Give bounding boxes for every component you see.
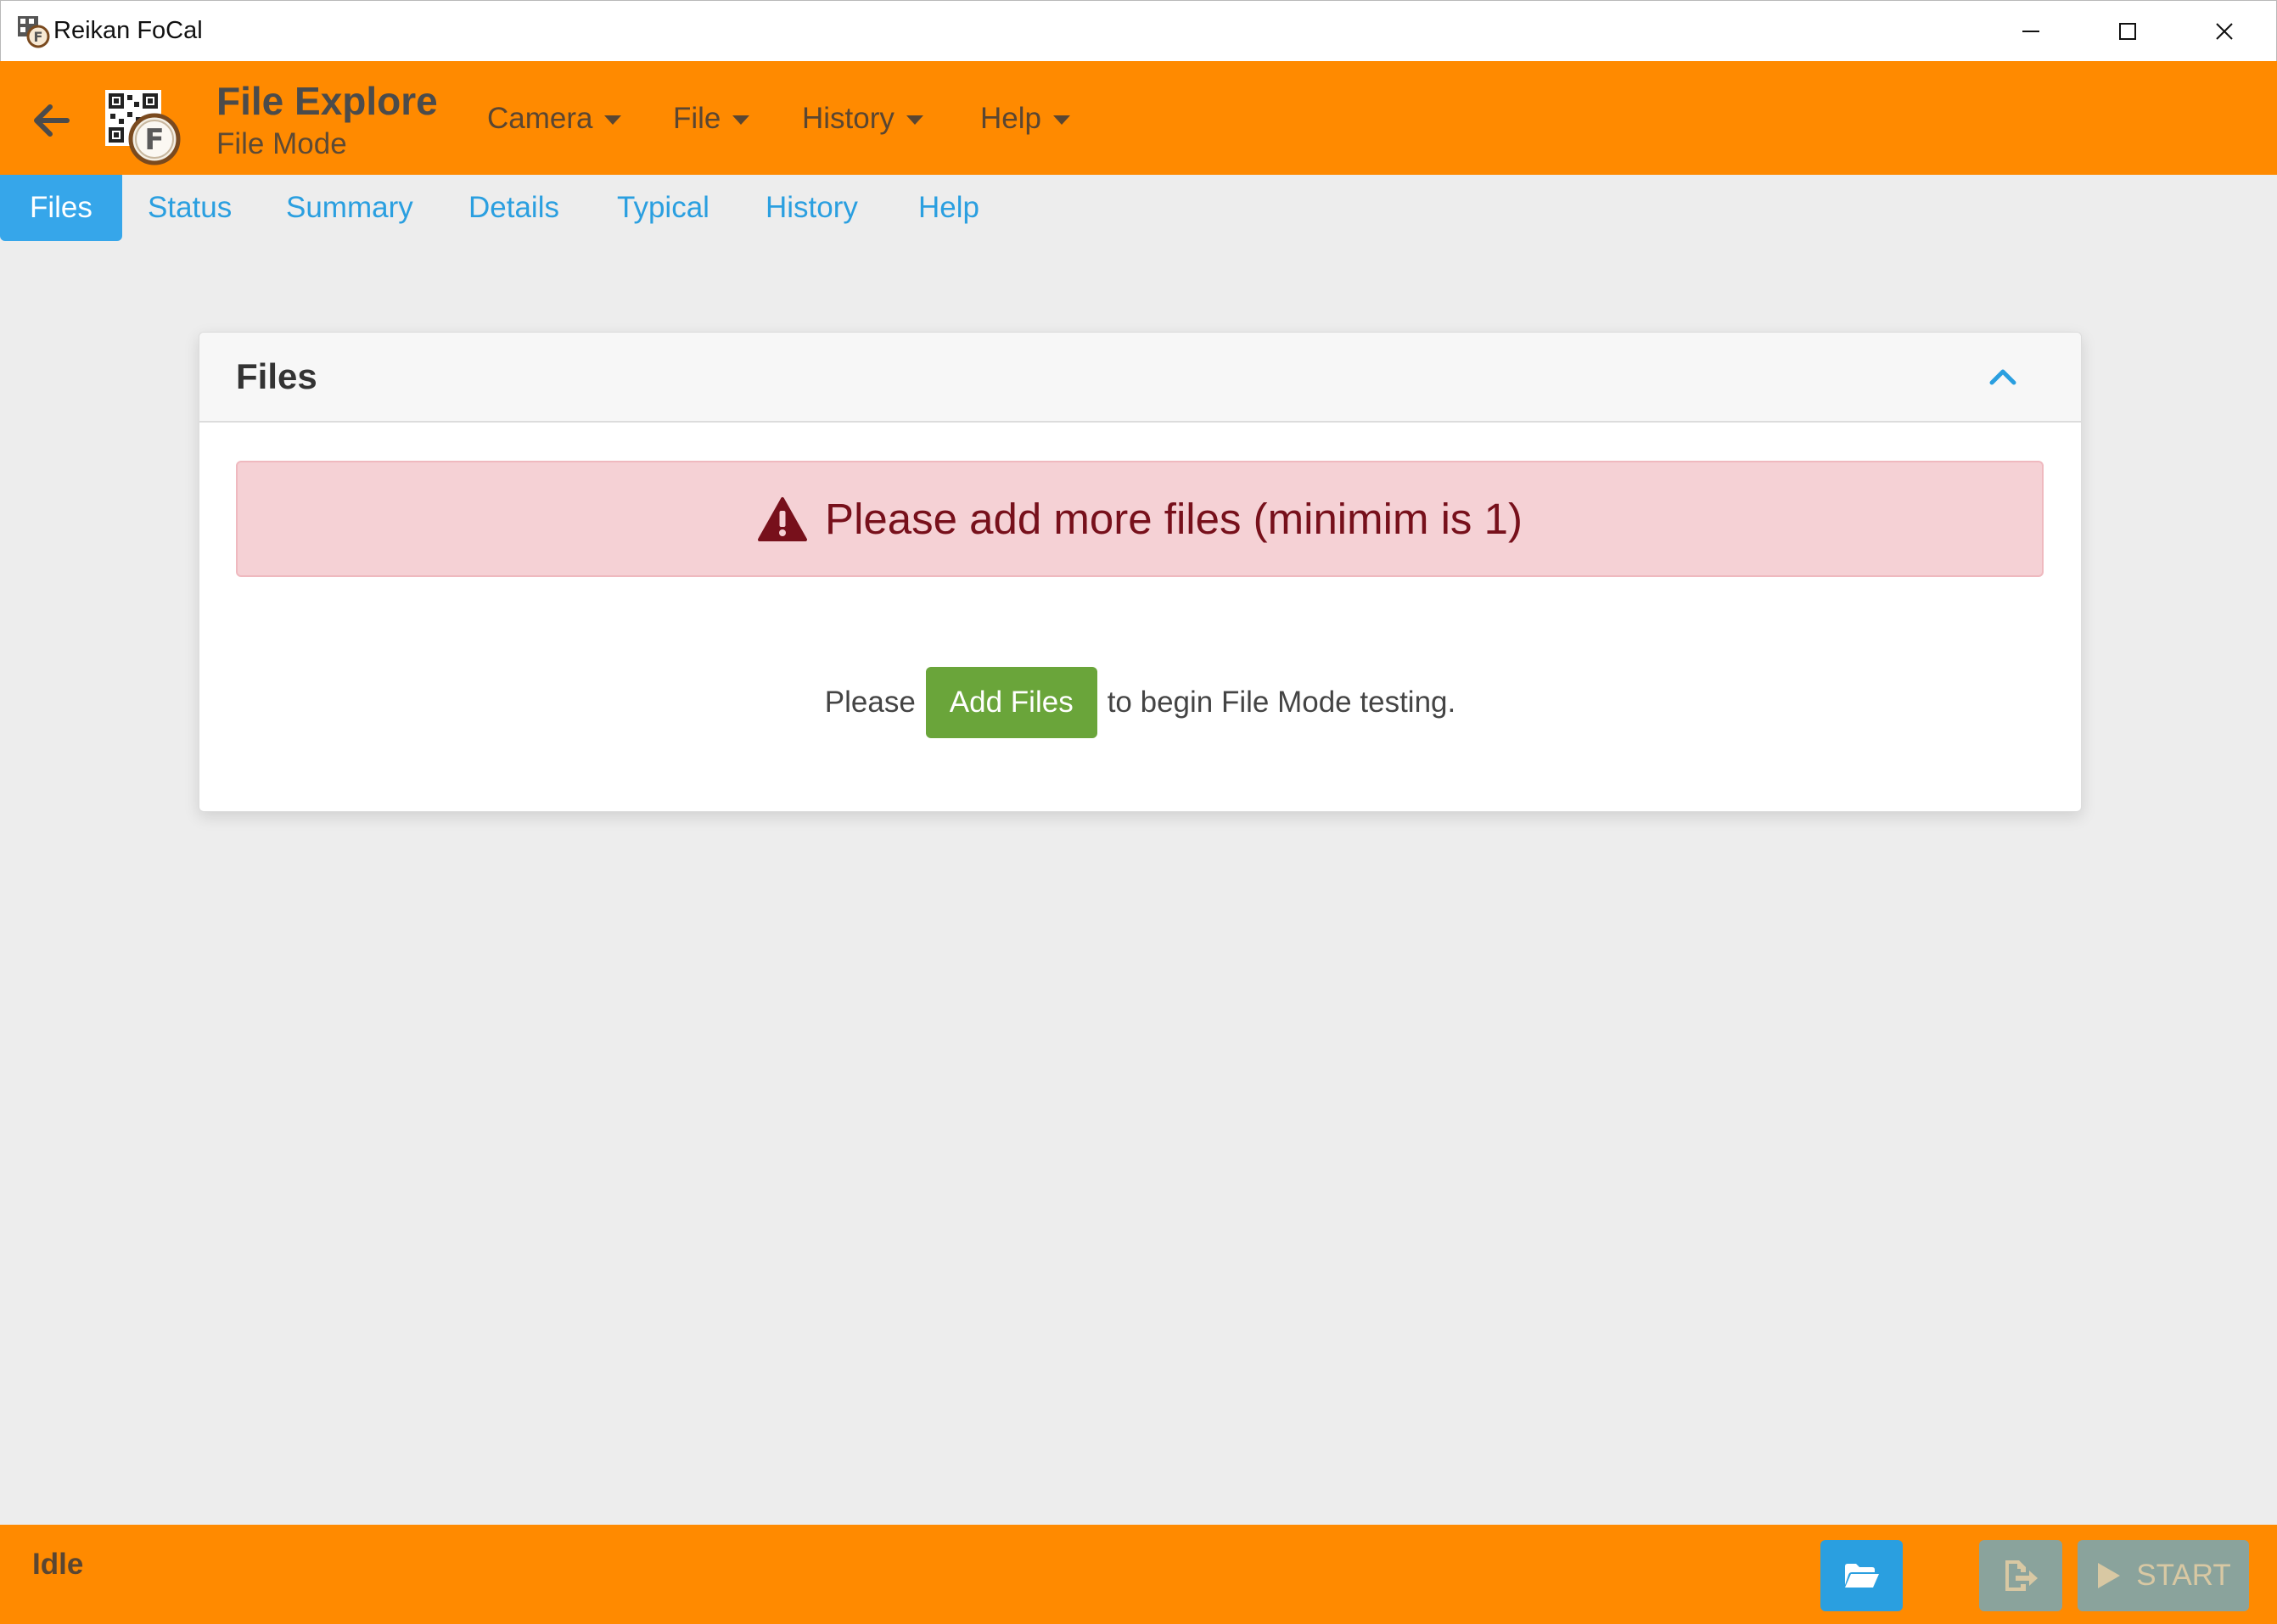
chevron-up-icon bbox=[1989, 369, 2016, 385]
back-arrow-icon bbox=[34, 104, 70, 137]
warning-triangle-icon bbox=[758, 496, 808, 541]
back-button[interactable] bbox=[25, 95, 76, 146]
files-panel: Files Please add more files (minimim is … bbox=[199, 332, 2082, 812]
tab-summary[interactable]: Summary bbox=[256, 175, 443, 241]
menu-history-label: History bbox=[802, 102, 895, 135]
status-bar: Idle START bbox=[0, 1525, 2277, 1624]
files-panel-header: Files bbox=[199, 333, 2081, 423]
collapse-button[interactable] bbox=[1984, 358, 2022, 395]
alert-message: Please add more files (minimim is 1) bbox=[825, 495, 1523, 543]
menu-file-label: File bbox=[673, 102, 721, 135]
folder-open-icon bbox=[1844, 1564, 1879, 1588]
menu-camera[interactable]: Camera bbox=[487, 102, 622, 136]
files-panel-title: Files bbox=[236, 356, 317, 396]
menu-help[interactable]: Help bbox=[980, 102, 1070, 136]
close-icon bbox=[2216, 23, 2233, 40]
add-files-button[interactable]: Add Files bbox=[925, 667, 1097, 738]
close-button[interactable] bbox=[2176, 1, 2273, 62]
maximize-button[interactable] bbox=[2079, 1, 2176, 62]
menu-camera-label: Camera bbox=[487, 102, 593, 135]
focal-logo-icon: F bbox=[105, 90, 181, 165]
minimize-button[interactable] bbox=[1983, 1, 2079, 62]
app-icon: F bbox=[18, 16, 50, 48]
tab-files[interactable]: Files bbox=[0, 175, 122, 241]
open-folder-button[interactable] bbox=[1820, 1540, 1903, 1611]
menu-help-label: Help bbox=[980, 102, 1041, 135]
title-bar: F Reikan FoCal bbox=[0, 0, 2277, 61]
page-subtitle: File Mode bbox=[216, 127, 347, 160]
caret-down-icon bbox=[1052, 115, 1070, 125]
tab-typical[interactable]: Typical bbox=[587, 175, 739, 241]
caret-down-icon bbox=[732, 115, 750, 125]
tab-details[interactable]: Details bbox=[439, 175, 589, 241]
menu-file[interactable]: File bbox=[673, 102, 750, 136]
tab-status[interactable]: Status bbox=[118, 175, 261, 241]
prompt-before-text: Please bbox=[824, 686, 916, 719]
play-icon bbox=[2098, 1563, 2121, 1588]
caret-down-icon bbox=[906, 115, 923, 125]
tab-help[interactable]: Help bbox=[889, 175, 1009, 241]
maximize-icon bbox=[2119, 23, 2136, 40]
svg-text:F: F bbox=[34, 29, 43, 45]
export-button[interactable] bbox=[1979, 1540, 2062, 1611]
start-label: START bbox=[2136, 1559, 2231, 1592]
warning-alert: Please add more files (minimim is 1) bbox=[236, 461, 2044, 577]
tab-bar: Files Status Summary Details Typical His… bbox=[0, 175, 2277, 243]
prompt-after-text: to begin File Mode testing. bbox=[1107, 686, 1456, 719]
export-icon bbox=[2005, 1560, 2038, 1591]
menu-history[interactable]: History bbox=[802, 102, 923, 136]
svg-text:F: F bbox=[144, 123, 164, 157]
start-button[interactable]: START bbox=[2078, 1540, 2249, 1611]
app-header: F File Explore File Mode Camera File His… bbox=[0, 61, 2277, 175]
window-title: Reikan FoCal bbox=[53, 17, 203, 44]
status-text: Idle bbox=[32, 1548, 84, 1581]
page-title: File Explore bbox=[216, 79, 438, 123]
minimize-icon bbox=[2022, 31, 2039, 32]
caret-down-icon bbox=[604, 115, 622, 125]
add-files-prompt: Please Add Files to begin File Mode test… bbox=[199, 666, 2081, 739]
tab-history[interactable]: History bbox=[736, 175, 888, 241]
